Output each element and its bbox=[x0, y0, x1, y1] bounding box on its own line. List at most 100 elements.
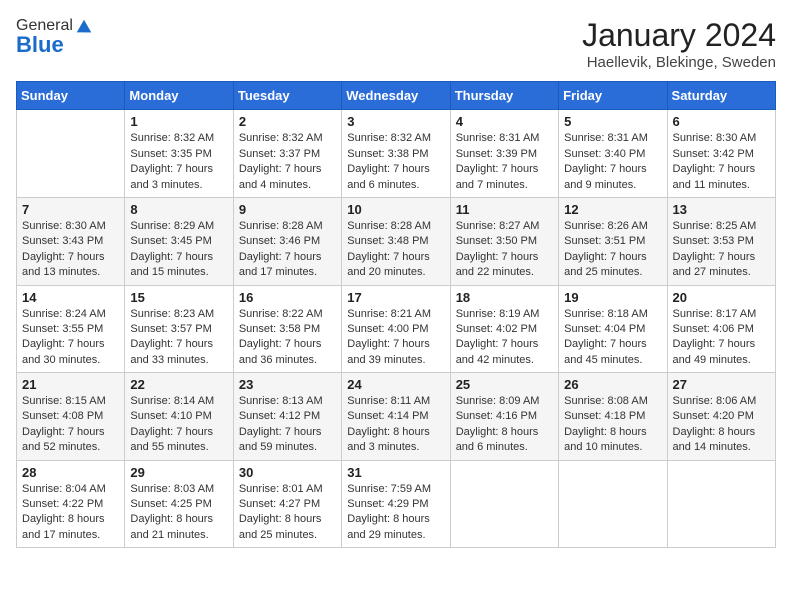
calendar-cell: 17Sunrise: 8:21 AMSunset: 4:00 PMDayligh… bbox=[342, 285, 450, 373]
calendar-cell: 1Sunrise: 8:32 AMSunset: 3:35 PMDaylight… bbox=[125, 110, 233, 198]
daylight-text: and 42 minutes. bbox=[456, 354, 534, 366]
sunset-text: Sunset: 3:43 PM bbox=[22, 235, 103, 247]
logo-icon bbox=[75, 18, 93, 36]
calendar-cell: 24Sunrise: 8:11 AMSunset: 4:14 PMDayligh… bbox=[342, 373, 450, 461]
sunrise-text: Sunrise: 8:25 AM bbox=[673, 220, 757, 232]
sunset-text: Sunset: 4:18 PM bbox=[564, 410, 645, 422]
daylight-text: Daylight: 8 hours bbox=[564, 426, 647, 438]
sunset-text: Sunset: 3:51 PM bbox=[564, 235, 645, 247]
day-info: Sunrise: 8:23 AMSunset: 3:57 PMDaylight:… bbox=[130, 307, 227, 369]
sunrise-text: Sunrise: 8:01 AM bbox=[239, 483, 323, 495]
day-number: 21 bbox=[22, 377, 119, 392]
sunset-text: Sunset: 4:00 PM bbox=[347, 323, 428, 335]
daylight-text: and 49 minutes. bbox=[673, 354, 751, 366]
calendar-cell: 25Sunrise: 8:09 AMSunset: 4:16 PMDayligh… bbox=[450, 373, 558, 461]
day-info: Sunrise: 8:25 AMSunset: 3:53 PMDaylight:… bbox=[673, 219, 770, 281]
daylight-text: and 29 minutes. bbox=[347, 529, 425, 541]
sunrise-text: Sunrise: 8:32 AM bbox=[347, 132, 431, 144]
day-number: 31 bbox=[347, 465, 444, 480]
day-number: 25 bbox=[456, 377, 553, 392]
calendar-cell: 3Sunrise: 8:32 AMSunset: 3:38 PMDaylight… bbox=[342, 110, 450, 198]
logo: General Blue bbox=[16, 16, 93, 58]
sunset-text: Sunset: 4:16 PM bbox=[456, 410, 537, 422]
sunset-text: Sunset: 3:40 PM bbox=[564, 148, 645, 160]
daylight-text: Daylight: 7 hours bbox=[564, 251, 647, 263]
day-number: 27 bbox=[673, 377, 770, 392]
daylight-text: and 17 minutes. bbox=[239, 266, 317, 278]
day-info: Sunrise: 8:19 AMSunset: 4:02 PMDaylight:… bbox=[456, 307, 553, 369]
daylight-text: Daylight: 7 hours bbox=[130, 251, 213, 263]
day-number: 12 bbox=[564, 202, 661, 217]
day-number: 10 bbox=[347, 202, 444, 217]
day-info: Sunrise: 8:15 AMSunset: 4:08 PMDaylight:… bbox=[22, 394, 119, 456]
daylight-text: Daylight: 7 hours bbox=[347, 163, 430, 175]
sunrise-text: Sunrise: 8:32 AM bbox=[239, 132, 323, 144]
daylight-text: Daylight: 7 hours bbox=[564, 338, 647, 350]
sunset-text: Sunset: 4:10 PM bbox=[130, 410, 211, 422]
weekday-header-wednesday: Wednesday bbox=[342, 82, 450, 110]
weekday-header-thursday: Thursday bbox=[450, 82, 558, 110]
daylight-text: Daylight: 7 hours bbox=[22, 426, 105, 438]
calendar-week-row: 21 Sunrise: 8:15 AMSunset: 4:08 PMDayligh… bbox=[17, 373, 776, 461]
sunrise-text: Sunrise: 8:17 AM bbox=[673, 308, 757, 320]
sunrise-text: Sunrise: 8:18 AM bbox=[564, 308, 648, 320]
calendar-cell: 31Sunrise: 7:59 AMSunset: 4:29 PMDayligh… bbox=[342, 460, 450, 548]
daylight-text: and 20 minutes. bbox=[347, 266, 425, 278]
calendar-cell: 27Sunrise: 8:06 AMSunset: 4:20 PMDayligh… bbox=[667, 373, 775, 461]
daylight-text: Daylight: 7 hours bbox=[130, 163, 213, 175]
sunset-text: Sunset: 3:48 PM bbox=[347, 235, 428, 247]
day-number: 13 bbox=[673, 202, 770, 217]
day-number: 2 bbox=[239, 114, 336, 129]
day-info: Sunrise: 8:28 AMSunset: 3:46 PMDaylight:… bbox=[239, 219, 336, 281]
daylight-text: Daylight: 7 hours bbox=[347, 251, 430, 263]
calendar-cell bbox=[559, 460, 667, 548]
daylight-text: and 22 minutes. bbox=[456, 266, 534, 278]
day-number: 30 bbox=[239, 465, 336, 480]
daylight-text: Daylight: 7 hours bbox=[673, 338, 756, 350]
sunrise-text: Sunrise: 8:11 AM bbox=[347, 395, 430, 407]
sunset-text: Sunset: 4:29 PM bbox=[347, 498, 428, 510]
daylight-text: Daylight: 8 hours bbox=[456, 426, 539, 438]
day-info: Sunrise: 8:30 AMSunset: 3:42 PMDaylight:… bbox=[673, 131, 770, 193]
daylight-text: Daylight: 8 hours bbox=[130, 513, 213, 525]
daylight-text: and 21 minutes. bbox=[130, 529, 208, 541]
calendar-cell: 5Sunrise: 8:31 AMSunset: 3:40 PMDaylight… bbox=[559, 110, 667, 198]
daylight-text: Daylight: 7 hours bbox=[22, 251, 105, 263]
daylight-text: and 25 minutes. bbox=[239, 529, 317, 541]
calendar-week-row: 7Sunrise: 8:30 AMSunset: 3:43 PMDaylight… bbox=[17, 197, 776, 285]
sunset-text: Sunset: 3:45 PM bbox=[130, 235, 211, 247]
calendar-cell: 12 Sunrise: 8:26 AMSunset: 3:51 PMDayligh… bbox=[559, 197, 667, 285]
sunset-text: Sunset: 4:02 PM bbox=[456, 323, 537, 335]
daylight-text: Daylight: 8 hours bbox=[22, 513, 105, 525]
calendar-cell: 11Sunrise: 8:27 AMSunset: 3:50 PMDayligh… bbox=[450, 197, 558, 285]
sunrise-text: Sunrise: 8:03 AM bbox=[130, 483, 214, 495]
daylight-text: and 6 minutes. bbox=[456, 441, 528, 453]
sunset-text: Sunset: 4:14 PM bbox=[347, 410, 428, 422]
daylight-text: Daylight: 7 hours bbox=[673, 163, 756, 175]
calendar-cell: 28Sunrise: 8:04 AMSunset: 4:22 PMDayligh… bbox=[17, 460, 125, 548]
calendar-cell: 9Sunrise: 8:28 AMSunset: 3:46 PMDaylight… bbox=[233, 197, 341, 285]
sunrise-text: Sunrise: 8:22 AM bbox=[239, 308, 323, 320]
daylight-text: Daylight: 7 hours bbox=[130, 426, 213, 438]
sunrise-text: Sunrise: 7:59 AM bbox=[347, 483, 431, 495]
day-number: 18 bbox=[456, 290, 553, 305]
calendar-cell: 10Sunrise: 8:28 AMSunset: 3:48 PMDayligh… bbox=[342, 197, 450, 285]
day-info: Sunrise: 8:14 AMSunset: 4:10 PMDaylight:… bbox=[130, 394, 227, 456]
sunset-text: Sunset: 4:12 PM bbox=[239, 410, 320, 422]
day-info: Sunrise: 8:30 AMSunset: 3:43 PMDaylight:… bbox=[22, 219, 119, 281]
daylight-text: and 30 minutes. bbox=[22, 354, 100, 366]
day-number: 20 bbox=[673, 290, 770, 305]
sunrise-text: Sunrise: 8:31 AM bbox=[456, 132, 540, 144]
sunset-text: Sunset: 3:37 PM bbox=[239, 148, 320, 160]
daylight-text: and 13 minutes. bbox=[22, 266, 100, 278]
calendar-week-row: 1Sunrise: 8:32 AMSunset: 3:35 PMDaylight… bbox=[17, 110, 776, 198]
daylight-text: and 55 minutes. bbox=[130, 441, 208, 453]
sunset-text: Sunset: 3:50 PM bbox=[456, 235, 537, 247]
sunset-text: Sunset: 4:06 PM bbox=[673, 323, 754, 335]
daylight-text: and 59 minutes. bbox=[239, 441, 317, 453]
sunrise-text: Sunrise: 8:04 AM bbox=[22, 483, 106, 495]
day-info: Sunrise: 8:26 AMSunset: 3:51 PMDaylight:… bbox=[564, 219, 661, 281]
sunset-text: Sunset: 4:22 PM bbox=[22, 498, 103, 510]
calendar-week-row: 28Sunrise: 8:04 AMSunset: 4:22 PMDayligh… bbox=[17, 460, 776, 548]
daylight-text: and 52 minutes. bbox=[22, 441, 100, 453]
